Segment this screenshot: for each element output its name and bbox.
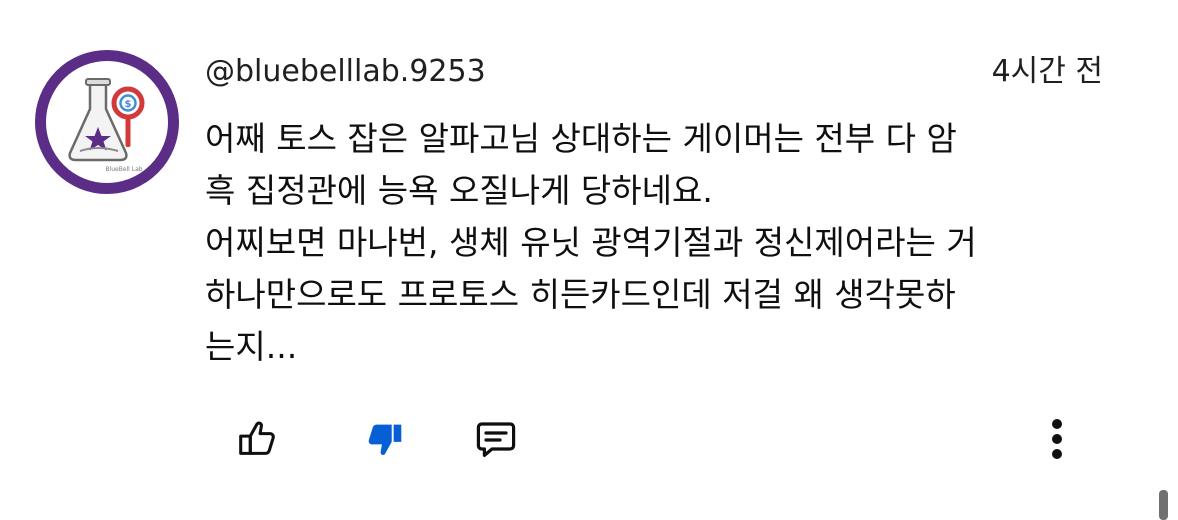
- comment-thread: $ BlueBell Lab @bluebelllab.9253 4시간 전 어…: [0, 0, 1178, 520]
- comment-actions: [0, 405, 1178, 475]
- avatar[interactable]: $ BlueBell Lab: [35, 50, 179, 194]
- comment-line: 어찌보면 마나번, 생체 유닛 광역기절과 정신제어라는 거: [205, 223, 977, 262]
- comment-line: 는지...: [205, 327, 298, 366]
- dislike-button[interactable]: [359, 413, 411, 465]
- comment-author[interactable]: @bluebelllab.9253: [205, 50, 486, 94]
- svg-text:$: $: [125, 99, 132, 110]
- avatar-logo-text: BlueBell Lab: [105, 166, 142, 173]
- comment-line: 어째 토스 잡은 알파고님 상대하는 게이머는 전부 다 암: [205, 119, 957, 158]
- scrollbar[interactable]: [1159, 490, 1168, 520]
- comment-line: 하나만으로도 프로토스 히든카드인데 저걸 왜 생각못하: [205, 275, 956, 314]
- comment-text: 어째 토스 잡은 알파고님 상대하는 게이머는 전부 다 암 흑 집정관에 능욕…: [205, 113, 1125, 373]
- thumbs-up-icon: [239, 421, 275, 455]
- reply-button[interactable]: [470, 413, 522, 465]
- more-vertical-icon: [1052, 419, 1062, 459]
- comment-timestamp[interactable]: 4시간 전: [992, 50, 1103, 94]
- more-options-button[interactable]: [1031, 413, 1083, 465]
- thumbs-down-icon: [368, 424, 402, 455]
- comment-line: 흑 집정관에 능욕 오질나게 당하네요.: [205, 171, 713, 210]
- comment-icon: [476, 422, 516, 457]
- flask-logo-icon: $ BlueBell Lab: [68, 78, 145, 173]
- like-button[interactable]: [231, 413, 283, 465]
